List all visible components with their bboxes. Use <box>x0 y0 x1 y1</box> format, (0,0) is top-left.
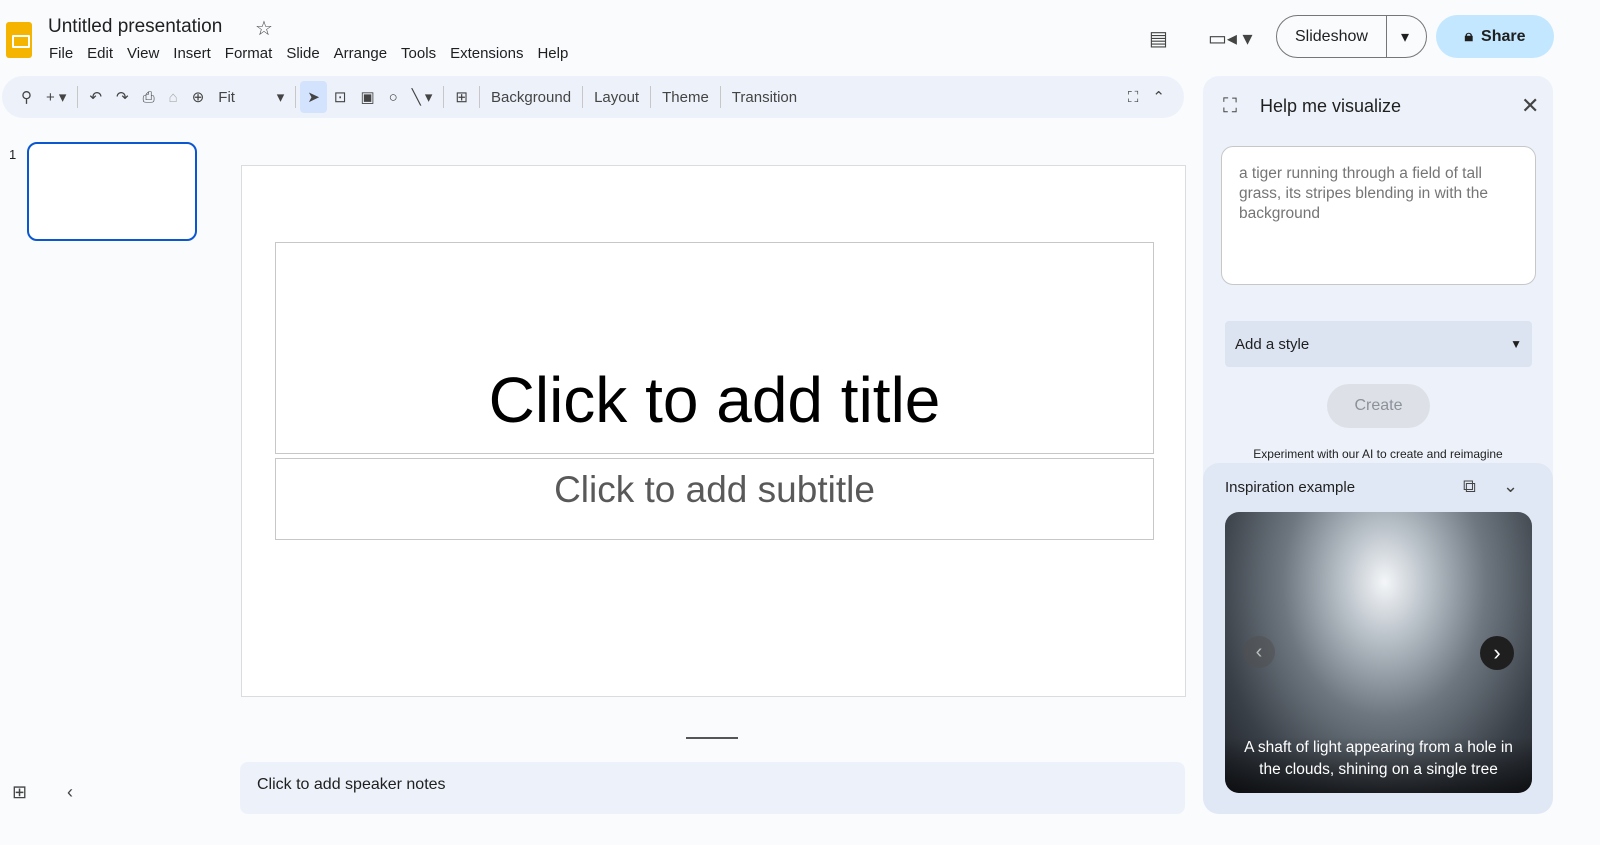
redo-icon[interactable]: ↷ <box>109 81 136 113</box>
share-button[interactable]: 🔒︎ Share <box>1436 15 1554 58</box>
dropdown-icon: ▼ <box>1510 337 1522 351</box>
print-icon[interactable]: ⎙ <box>136 81 162 113</box>
toolbar: ⚲ + ▾ ↶ ↷ ⎙ ⌂ ⊕ Fit ▾ ➤ ⊡ ▣ ○ ╲ ▾ ⊞ Backg… <box>2 76 1184 118</box>
meet-icon[interactable]: ▭◂ ▾ <box>1208 26 1253 51</box>
menu-edit[interactable]: Edit <box>80 45 120 62</box>
inspiration-title: Inspiration example <box>1225 479 1356 496</box>
layout-button[interactable]: Layout <box>587 81 646 113</box>
new-slide-icon[interactable]: + ▾ <box>39 81 73 113</box>
transition-button[interactable]: Transition <box>725 81 804 113</box>
visualize-icon[interactable]: ⛶ <box>1121 81 1146 113</box>
visualize-icon: ⛶ <box>1223 95 1237 117</box>
close-icon[interactable]: ✕ <box>1521 93 1539 119</box>
chevron-down-icon[interactable]: ⌄ <box>1503 476 1518 497</box>
slide-thumbnail[interactable] <box>27 142 197 241</box>
paint-format-icon[interactable]: ⌂ <box>162 81 185 113</box>
slideshow-button[interactable]: Slideshow ▾ <box>1276 15 1427 58</box>
share-label: Share <box>1481 27 1526 45</box>
slide-canvas[interactable]: Click to add title Click to add subtitle <box>241 165 1186 697</box>
slideshow-dropdown-icon[interactable]: ▾ <box>1387 27 1423 47</box>
menu-bar: File Edit View Insert Format Slide Arran… <box>42 45 575 62</box>
document-title[interactable]: Untitled presentation <box>48 16 222 38</box>
slide-number: 1 <box>9 147 17 162</box>
experiment-text: Experiment with our AI to create and rei… <box>1253 447 1503 461</box>
comment-add-icon[interactable]: ⊞ <box>448 81 475 113</box>
inspiration-caption: A shaft of light appearing from a hole i… <box>1225 737 1532 793</box>
grid-view-icon[interactable]: ⊞ <box>12 782 27 803</box>
menu-slide[interactable]: Slide <box>279 45 326 62</box>
menu-format[interactable]: Format <box>218 45 280 62</box>
search-icon[interactable]: ⚲ <box>14 81 39 113</box>
menu-help[interactable]: Help <box>530 45 575 62</box>
star-icon[interactable]: ☆ <box>255 16 273 41</box>
zoom-value: Fit <box>218 88 235 106</box>
next-icon[interactable]: › <box>1480 636 1514 670</box>
menu-arrange[interactable]: Arrange <box>327 45 394 62</box>
menu-tools[interactable]: Tools <box>394 45 443 62</box>
inspiration-image: ‹ › A shaft of light appearing from a ho… <box>1225 512 1532 793</box>
speaker-notes[interactable]: Click to add speaker notes <box>240 762 1185 814</box>
style-label: Add a style <box>1235 335 1310 353</box>
style-dropdown[interactable]: Add a style ▼ <box>1225 321 1532 367</box>
undo-icon[interactable]: ↶ <box>82 81 109 113</box>
title-placeholder[interactable]: Click to add title <box>275 242 1154 454</box>
zoom-select[interactable]: Fit ▾ <box>211 81 291 113</box>
lock-icon: 🔒︎ <box>1464 27 1474 45</box>
menu-file[interactable]: File <box>42 45 80 62</box>
select-icon[interactable]: ➤ <box>300 81 327 113</box>
collapse-filmstrip-icon[interactable]: ‹ <box>67 782 73 803</box>
notes-resize-handle[interactable] <box>686 737 738 739</box>
line-icon[interactable]: ╲ ▾ <box>405 81 440 113</box>
menu-view[interactable]: View <box>120 45 166 62</box>
theme-button[interactable]: Theme <box>655 81 716 113</box>
background-button[interactable]: Background <box>484 81 578 113</box>
collapse-toolbar-icon[interactable]: ⌃ <box>1145 81 1172 113</box>
shape-icon[interactable]: ○ <box>382 81 405 113</box>
prompt-input[interactable]: a tiger running through a field of tall … <box>1221 146 1536 285</box>
subtitle-placeholder[interactable]: Click to add subtitle <box>275 458 1154 540</box>
image-icon[interactable]: ▣ <box>353 81 381 113</box>
slides-logo[interactable] <box>6 22 32 58</box>
slideshow-label[interactable]: Slideshow <box>1277 16 1387 57</box>
create-button[interactable]: Create <box>1327 384 1430 428</box>
menu-extensions[interactable]: Extensions <box>443 45 530 62</box>
text-box-icon[interactable]: ⊡ <box>327 81 354 113</box>
panel-title: Help me visualize <box>1260 96 1402 116</box>
comments-icon[interactable]: ▤ <box>1149 26 1168 51</box>
menu-insert[interactable]: Insert <box>166 45 218 62</box>
previous-icon[interactable]: ‹ <box>1243 636 1275 668</box>
zoom-icon[interactable]: ⊕ <box>185 81 212 113</box>
copy-icon[interactable]: ⧉ <box>1463 476 1476 497</box>
